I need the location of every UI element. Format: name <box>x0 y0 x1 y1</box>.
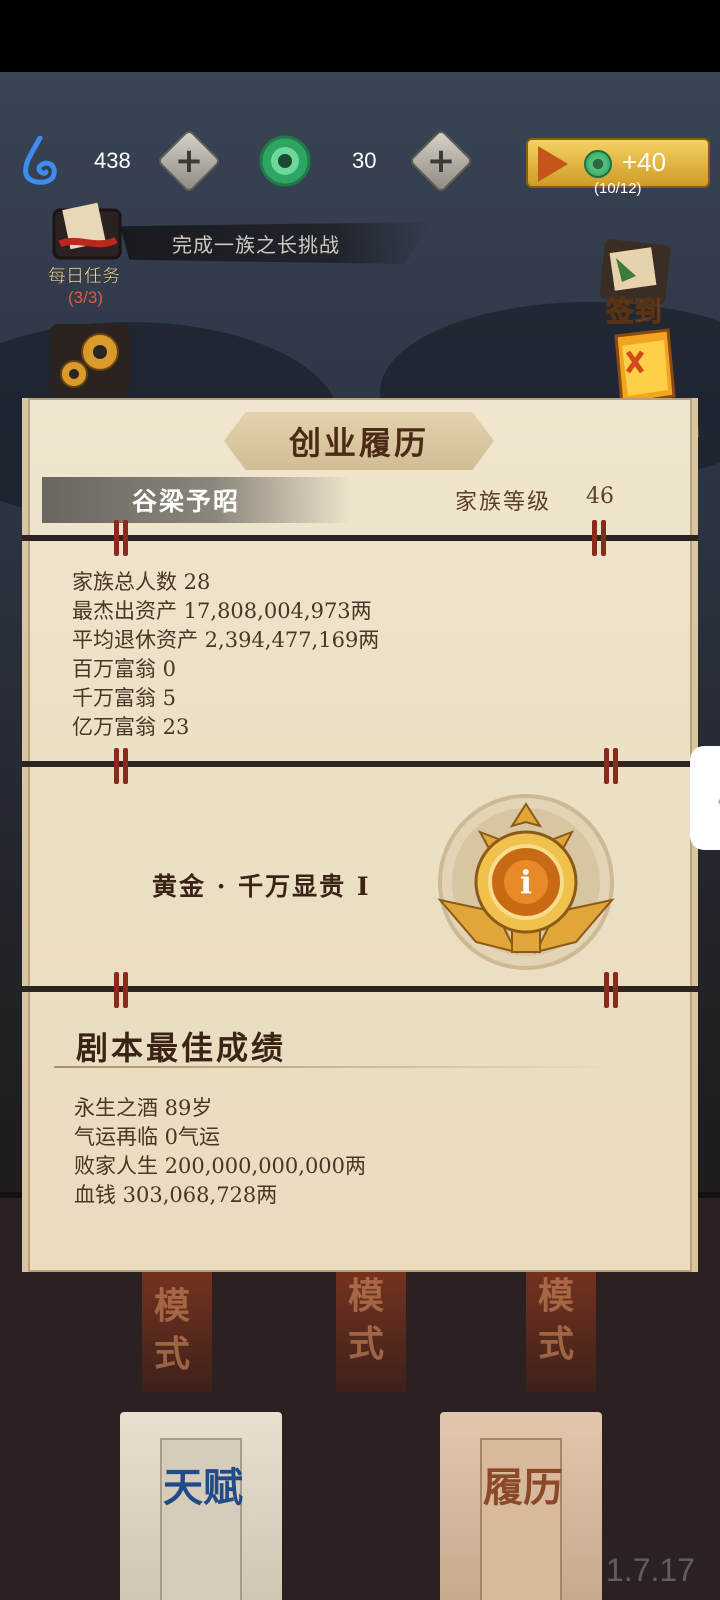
scroll-task-icon[interactable] <box>46 200 130 266</box>
plus-icon: + <box>174 141 204 181</box>
scroll-clip <box>602 972 620 1008</box>
video-reward-count: (10/12) <box>594 180 642 197</box>
family-level-value: 46 <box>586 484 614 509</box>
jade-value: 30 <box>352 148 377 173</box>
mode-text: 模式 <box>538 1275 575 1365</box>
best-result-line: 败家人生 200,000,000,000两 <box>74 1154 367 1178</box>
play-icon <box>538 146 568 182</box>
plus-icon: + <box>426 141 456 181</box>
gear-icon[interactable] <box>48 322 132 398</box>
scroll-clip <box>112 748 130 784</box>
best-result-line: 血钱 303,068,728两 <box>74 1183 278 1207</box>
stat-line: 亿万富翁 23 <box>72 715 190 739</box>
jade-coin-icon <box>259 135 311 187</box>
history-label: 履历 <box>483 1464 563 1511</box>
mode-text: 模式 <box>154 1285 191 1375</box>
signin-label: 签到 <box>605 295 663 329</box>
daily-task-label: 每日任务 <box>48 266 121 288</box>
scroll-clip <box>602 748 620 784</box>
video-reward-amount: +40 <box>622 147 667 177</box>
scroll-clip <box>112 520 130 556</box>
history-button[interactable]: 履历 <box>440 1412 602 1600</box>
talent-label: 天赋 <box>163 1464 243 1511</box>
status-bar <box>0 0 720 72</box>
water-drop-icon <box>23 136 57 185</box>
daily-task-count: (3/3) <box>68 288 103 307</box>
best-result-line: 气运再临 0气运 <box>74 1125 221 1149</box>
mode-text: 模式 <box>348 1275 385 1365</box>
jade-coin-icon <box>584 150 612 178</box>
stat-line: 千万富翁 5 <box>72 686 177 710</box>
stat-line: 家族总人数 28 <box>72 570 211 594</box>
chevron-left-icon: 〈 <box>698 776 720 825</box>
stat-line: 平均退休资产 2,394,477,169两 <box>72 628 380 652</box>
family-name: 谷梁予昭 <box>132 487 241 516</box>
best-results-underline <box>54 1066 620 1068</box>
svg-text:i: i <box>520 863 532 901</box>
scroll-clip <box>112 972 130 1008</box>
rank-badge-icon[interactable]: i <box>436 792 616 972</box>
talent-button[interactable]: 天赋 <box>120 1412 282 1600</box>
scroll-clip <box>590 520 608 556</box>
family-stats: 家族总人数 28 最杰出资产 17,808,004,973两 平均退休资产 2,… <box>72 568 379 742</box>
stat-line: 百万富翁 0 <box>72 657 177 681</box>
best-results-title: 剧本最佳成绩 <box>76 1029 287 1067</box>
panel-title: 创业履历 <box>288 424 429 462</box>
best-results-list: 永生之酒 89岁 气运再临 0气运 败家人生 200,000,000,000两 … <box>74 1094 366 1210</box>
energy-value: 438 <box>94 148 131 173</box>
rank-title: 黄金 · 千万显贵 Ⅰ <box>152 872 371 901</box>
task-banner-text: 完成一族之长挑战 <box>172 233 340 257</box>
family-level-label: 家族等级 <box>455 490 552 515</box>
side-drawer-tab[interactable]: 〈 <box>690 746 720 850</box>
stat-line: 最杰出资产 17,808,004,973两 <box>72 599 372 623</box>
version-text: 1.7.17 <box>606 1552 695 1588</box>
best-result-line: 永生之酒 89岁 <box>74 1096 213 1120</box>
